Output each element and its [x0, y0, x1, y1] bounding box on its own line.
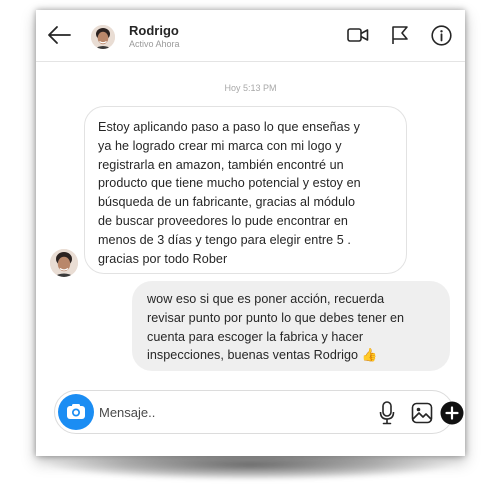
chat-window: Rodrigo Activo Ahora Hoy 5:13 PM Estoy a… — [36, 10, 465, 456]
avatar[interactable] — [91, 25, 115, 49]
image-icon[interactable] — [411, 402, 433, 429]
microphone-icon[interactable] — [379, 401, 395, 430]
chat-header: Rodrigo Activo Ahora — [36, 10, 465, 62]
video-camera-icon[interactable] — [347, 25, 369, 50]
incoming-message[interactable]: Estoy aplicando paso a paso lo que enseñ… — [84, 106, 407, 274]
sender-avatar[interactable] — [50, 249, 78, 277]
contact-name[interactable]: Rodrigo — [129, 23, 179, 38]
outgoing-message[interactable]: wow eso si que es poner acción, recuerda… — [132, 281, 450, 371]
message-input[interactable] — [99, 401, 319, 423]
contact-status: Activo Ahora — [129, 39, 180, 49]
camera-icon[interactable] — [58, 394, 94, 430]
back-arrow-icon[interactable] — [46, 24, 72, 46]
info-icon[interactable] — [431, 25, 452, 51]
message-timestamp: Hoy 5:13 PM — [224, 83, 277, 93]
plus-icon[interactable] — [440, 401, 464, 430]
flag-icon[interactable] — [390, 25, 410, 50]
message-composer — [54, 390, 464, 434]
